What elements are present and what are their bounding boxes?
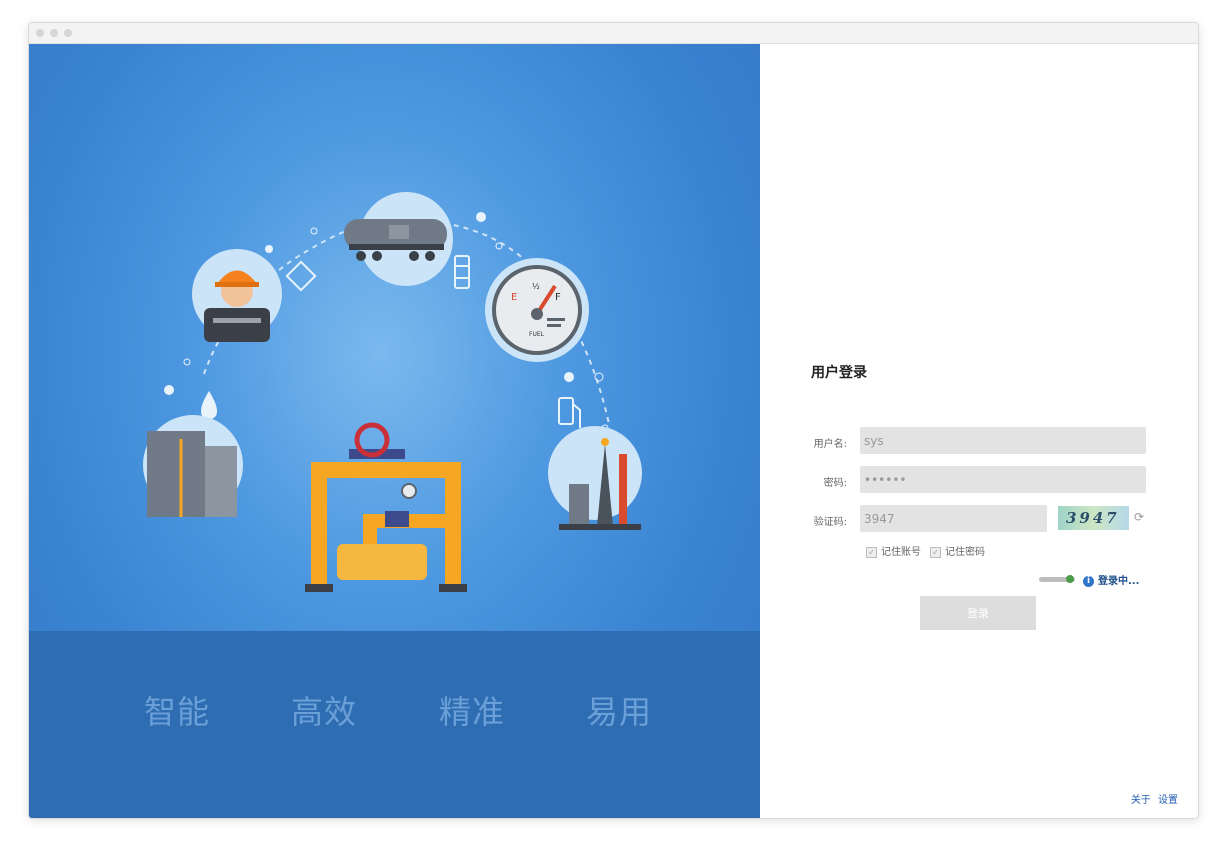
refinery-icon (548, 426, 642, 530)
refresh-icon[interactable]: ⟳ (1134, 510, 1144, 524)
slogan-precise: 精准 (439, 693, 506, 731)
password-input[interactable] (860, 466, 1146, 493)
slogan-efficient: 高效 (291, 693, 358, 731)
title-bar (29, 23, 1198, 44)
flammable-sign-icon (285, 260, 317, 292)
app-window: E ½ F FUEL 智能 高效 精准 易用 用户登录 用户名: sys 密码:… (28, 22, 1199, 819)
remember-account-checkbox[interactable]: ✓ 记住账号 (866, 543, 921, 558)
barrel-icon (454, 255, 470, 289)
login-title: 用户登录 (811, 365, 867, 381)
slogan-easy: 易用 (586, 693, 653, 731)
fuel-pump-icon (558, 397, 581, 428)
oil-drop-icon (201, 391, 217, 419)
worker-icon (192, 249, 282, 342)
remember-account-label: 记住账号 (881, 547, 921, 558)
slogan-band: 智能 高效 精准 易用 (29, 631, 760, 818)
fuel-gauge-icon: E ½ F FUEL (485, 258, 589, 362)
checkbox-check-icon: ✓ (866, 546, 877, 558)
info-icon: i (1083, 575, 1094, 587)
slider-knob (1066, 575, 1074, 583)
slogan-row: 智能 高效 精准 易用 (29, 687, 760, 731)
settings-link[interactable]: 设置 (1158, 795, 1178, 806)
close-window-dot[interactable] (36, 29, 44, 37)
captcha-image[interactable]: 3947 (1058, 506, 1129, 530)
login-status-text: 登录中... (1098, 576, 1140, 587)
captcha-image-text: 3947 (1066, 509, 1120, 527)
maximize-window-dot[interactable] (64, 29, 72, 37)
username-input[interactable] (860, 427, 1146, 454)
login-panel: 用户登录 用户名: 密码: 验证码: 3947 ⟳ ✓记住账号 ✓记住密码 i登… (760, 44, 1198, 818)
footer-links: 关于 设置 (1127, 791, 1178, 806)
login-status: i 登录中... (1083, 572, 1139, 587)
svg-text:F: F (555, 292, 561, 303)
svg-text:FUEL: FUEL (529, 331, 545, 338)
minimize-window-dot[interactable] (50, 29, 58, 37)
remember-password-checkbox[interactable]: ✓ 记住密码 (930, 543, 985, 558)
login-button[interactable]: 登录 (920, 596, 1036, 630)
svg-text:E: E (511, 292, 517, 303)
tank-car-icon (344, 192, 453, 286)
password-label: 密码: (823, 478, 847, 489)
captcha-label: 验证码: (813, 517, 847, 528)
oil-industry-illustration: E ½ F FUEL (143, 192, 642, 592)
username-label: 用户名: (813, 439, 847, 450)
svg-text:½: ½ (532, 282, 540, 291)
slogan-smart: 智能 (144, 693, 211, 731)
captcha-input[interactable] (860, 505, 1047, 532)
progress-slider (1039, 575, 1075, 583)
illustration-panel: E ½ F FUEL 智能 高效 精准 易用 (29, 44, 760, 818)
remember-password-label: 记住密码 (945, 547, 985, 558)
about-link[interactable]: 关于 (1131, 795, 1151, 806)
checkbox-check-icon: ✓ (930, 546, 941, 558)
oil-tank-icon (143, 415, 243, 517)
pipeline-valve-icon (305, 422, 467, 592)
